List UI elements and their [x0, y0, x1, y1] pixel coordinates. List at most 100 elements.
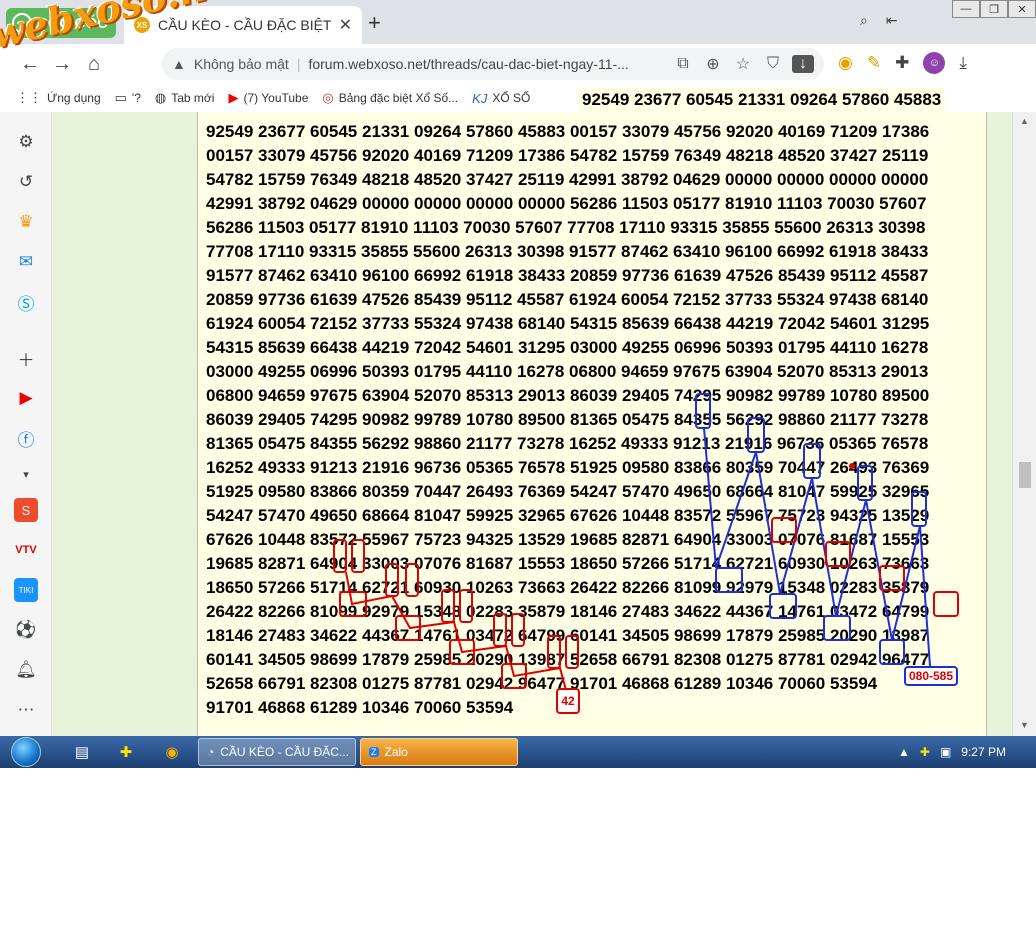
- taskbar-browser-task[interactable]: ◔ CẦU KÈO - CẦU ĐẶC...: [198, 738, 356, 766]
- messenger-icon[interactable]: ✉: [14, 250, 38, 274]
- pencil-icon[interactable]: ✎: [867, 53, 881, 73]
- back-arrow-icon[interactable]: ⇤: [886, 12, 898, 29]
- number-row: 81365 05475 84355 56292 98860 21177 7327…: [206, 434, 929, 453]
- url-text[interactable]: forum.webxoso.net/threads/cau-dac-biet-n…: [308, 56, 664, 72]
- zoom-icon[interactable]: ⊕: [702, 54, 724, 74]
- home-button[interactable]: ⌂: [78, 53, 110, 76]
- address-bar[interactable]: ▲ Không bảo mật | forum.webxoso.net/thre…: [162, 48, 824, 80]
- coccoc-brand-button[interactable]: ◔ CỐC CỐC: [6, 8, 116, 38]
- tab-close-icon[interactable]: ✕: [339, 15, 352, 35]
- screenshot-icon[interactable]: ⧉: [672, 55, 694, 73]
- new-tab-button[interactable]: +: [368, 10, 381, 36]
- number-row: 03000 49255 06996 50393 01795 44110 1627…: [206, 362, 929, 381]
- youtube-icon: ▶: [228, 90, 239, 105]
- number-row: 20859 97736 61639 47526 85439 95112 4558…: [206, 290, 929, 309]
- facebook-icon[interactable]: ⓕ: [14, 426, 38, 450]
- bookmark-new-tab[interactable]: ◍ Tab mới: [155, 90, 215, 106]
- folder-icon: ▭: [114, 90, 127, 105]
- minimize-button[interactable]: —: [952, 0, 980, 18]
- page-content: 92549 23677 60545 21331 09264 57860 4588…: [52, 112, 1012, 736]
- extension-icons: ◉ ✎ ✚ ☺ ⤓: [838, 52, 967, 74]
- forward-button[interactable]: →: [46, 53, 78, 76]
- number-row: 54247 57470 49650 68664 81047 59925 3296…: [206, 506, 930, 525]
- number-row: 06800 94659 97675 63904 52070 85313 2901…: [206, 386, 930, 405]
- scroll-up-icon[interactable]: ▲: [1020, 116, 1029, 126]
- bookmark-lottery[interactable]: ◎ Bảng đặc biệt Xổ Số...: [322, 90, 458, 106]
- tray-chevron-icon[interactable]: ▲: [898, 745, 910, 759]
- annotation-result-box: 080-585: [904, 666, 958, 686]
- start-button[interactable]: [6, 736, 46, 768]
- bookmark-youtube[interactable]: ▶ (7) YouTube: [228, 90, 308, 106]
- bookmark-apps[interactable]: ⋮⋮ Ứng dụng: [16, 90, 101, 106]
- bookmark-xoso[interactable]: KJ XỔ SỐ: [472, 91, 530, 106]
- tab-strip: ◔ CỐC CỐC XS CẦU KÈO - CẦU ĐẶC BIỆT NGÀY…: [0, 0, 1036, 44]
- tray-coccoc-icon[interactable]: ✚: [920, 745, 930, 759]
- vtv-icon[interactable]: VTV: [14, 538, 38, 562]
- number-row: 18650 57266 51714 62721 60930 10263 7366…: [206, 578, 930, 597]
- restore-button[interactable]: ❐: [980, 0, 1008, 18]
- number-row: 54315 85639 66438 44219 72042 54601 3129…: [206, 338, 929, 357]
- number-row: 86039 29405 74295 90982 99789 10780 8950…: [206, 410, 929, 429]
- windows-orb-icon: [11, 737, 41, 767]
- number-row: 60141 34505 98699 17879 25985 20290 1398…: [206, 650, 930, 669]
- browser-window: ◔ CỐC CỐC XS CẦU KÈO - CẦU ĐẶC BIỆT NGÀY…: [0, 0, 1036, 768]
- history-icon[interactable]: ↺: [14, 170, 38, 194]
- system-tray: ▲ ✚ ▣ 9:27 PM: [898, 736, 1006, 768]
- youtube-sidebar-icon[interactable]: ▶: [14, 386, 38, 410]
- lottery-icon: ◎: [322, 90, 334, 105]
- warning-icon: ▲: [172, 56, 186, 72]
- network-icon[interactable]: ▣: [940, 745, 951, 759]
- browser-task-icon: ◔: [207, 745, 215, 759]
- shield-icon[interactable]: ⛉: [762, 55, 784, 73]
- scroll-thumb[interactable]: [1019, 462, 1031, 488]
- shopee-icon[interactable]: S: [14, 498, 38, 522]
- number-row: 92549 23677 60545 21331 09264 57860 4588…: [206, 122, 930, 141]
- tab-strip-icons: ⌕ ⇤: [860, 12, 898, 29]
- toolbar: ← → ⌂ ▲ Không bảo mật | forum.webxoso.ne…: [0, 44, 1036, 84]
- downloads-icon[interactable]: ⤓: [959, 53, 967, 73]
- close-window-button[interactable]: ✕: [1008, 0, 1036, 18]
- zalo-icon: Z: [369, 747, 379, 757]
- star-icon[interactable]: ☆: [732, 54, 754, 74]
- file-explorer-icon[interactable]: ▤: [70, 740, 94, 764]
- settings-gear-icon[interactable]: ⚙: [14, 130, 38, 154]
- profile-avatar[interactable]: ☺: [923, 52, 946, 74]
- number-row: 56286 11503 05177 81910 11103 70030 5760…: [206, 218, 926, 237]
- apps-grid-icon: ⋮⋮: [16, 90, 42, 105]
- left-sidebar: ⚙ ↺ ♛ ✉ Ⓢ ＋ ▶ ⓕ ▾ S VTV TIKI ⚽ 🔔︎ ⋯: [0, 112, 52, 736]
- crown-icon[interactable]: ♛: [14, 210, 38, 234]
- clock-time[interactable]: 9:27 PM: [961, 745, 1006, 759]
- number-row: 51925 09580 83866 80359 70447 26493 7636…: [206, 482, 930, 501]
- annotation-42-box: 42: [556, 688, 580, 714]
- bookmark-folder[interactable]: ▭ '?: [115, 90, 141, 106]
- chrome-taskbar-icon[interactable]: ◉: [160, 740, 184, 764]
- number-row: 00157 33079 45756 92020 40169 71209 1738…: [206, 146, 929, 165]
- number-row: 54782 15759 76349 48218 48520 37427 2511…: [206, 170, 929, 189]
- skype-icon[interactable]: Ⓢ: [14, 290, 38, 314]
- download-arrow-icon[interactable]: ↓: [792, 55, 814, 73]
- post-first-line: 92549 23677 60545 21331 09264 57860 4588…: [578, 88, 946, 112]
- search-tabs-icon[interactable]: ⌕: [860, 12, 868, 29]
- football-icon[interactable]: ⚽: [14, 618, 38, 642]
- number-row: 91577 87462 63410 96100 66992 61918 3843…: [206, 266, 929, 285]
- chevron-down-icon[interactable]: ▾: [14, 462, 38, 486]
- tab-title: CẦU KÈO - CẦU ĐẶC BIỆT NGÀY: [158, 17, 331, 33]
- taskbar-zalo-task[interactable]: Z Zalo: [360, 738, 518, 766]
- number-row: 26422 82266 81099 92979 15348 02283 3587…: [206, 602, 930, 621]
- back-button[interactable]: ←: [14, 53, 46, 76]
- windows-taskbar: ▤ ✚ ◉ ◔ CẦU KÈO - CẦU ĐẶC... Z Zalo ▲ ✚ …: [0, 736, 1036, 768]
- number-row: 18146 27483 34622 44367 14761 03472 6479…: [206, 626, 930, 645]
- add-icon[interactable]: ＋: [14, 346, 38, 370]
- tiki-icon[interactable]: TIKI: [14, 578, 38, 602]
- number-row: 19685 82871 64904 33003 07076 81687 1555…: [206, 554, 930, 573]
- puzzle-icon[interactable]: ✚: [895, 53, 909, 73]
- bell-icon[interactable]: 🔔︎: [14, 658, 38, 682]
- tab-active[interactable]: XS CẦU KÈO - CẦU ĐẶC BIỆT NGÀY ✕: [124, 6, 362, 44]
- more-icon[interactable]: ⋯: [14, 698, 38, 722]
- security-label: Không bảo mật: [193, 56, 289, 72]
- page-scrollbar[interactable]: ▲ ▼: [1012, 112, 1036, 736]
- scroll-down-icon[interactable]: ▼: [1020, 720, 1029, 730]
- chrome-extension-icon[interactable]: ◉: [838, 53, 853, 73]
- coccoc-taskbar-icon[interactable]: ✚: [114, 740, 138, 764]
- number-table: 92549 23677 60545 21331 09264 57860 4588…: [206, 120, 929, 720]
